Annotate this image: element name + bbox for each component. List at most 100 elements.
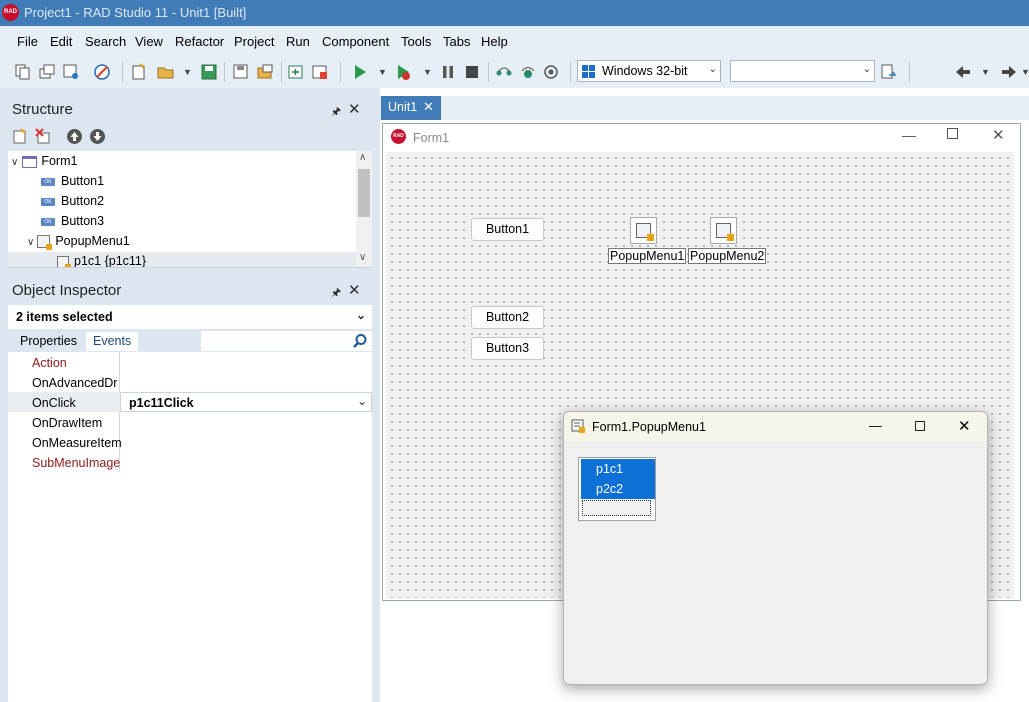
save-all-icon[interactable] xyxy=(232,63,250,81)
menu-file[interactable]: File xyxy=(17,34,38,49)
tree-node-button1[interactable]: OK Button1 xyxy=(41,174,104,188)
form-button2[interactable]: Button2 xyxy=(471,306,544,329)
run-icon[interactable] xyxy=(351,63,369,81)
event-onclick[interactable]: OnClick xyxy=(32,396,76,410)
menu-project[interactable]: Project xyxy=(234,34,274,49)
minimize-icon[interactable]: — xyxy=(869,418,882,433)
expand-chevron-icon[interactable]: ∨ xyxy=(27,237,34,248)
menu-tabs[interactable]: Tabs xyxy=(443,34,470,49)
run-dropdown-icon[interactable]: ▼ xyxy=(378,67,387,77)
pin-icon[interactable]: 🖈 xyxy=(331,284,341,303)
remove-file-icon[interactable] xyxy=(311,63,329,81)
inspector-tabs: Properties Events xyxy=(8,330,372,352)
popupmenu1-component[interactable] xyxy=(630,217,657,244)
menu-search[interactable]: Search xyxy=(85,34,126,49)
open-icon[interactable] xyxy=(157,63,175,81)
form-button3[interactable]: Button3 xyxy=(471,337,544,360)
pause-icon[interactable] xyxy=(439,63,457,81)
open-dropdown-icon[interactable]: ▼ xyxy=(183,67,192,77)
new-icon[interactable] xyxy=(130,63,148,81)
tab-unit1[interactable]: Unit1 ✕ xyxy=(381,96,441,120)
event-onadvanceddraw[interactable]: OnAdvancedDra xyxy=(32,376,118,390)
close-icon[interactable]: ✕ xyxy=(423,99,434,115)
maximize-icon[interactable] xyxy=(947,128,958,139)
popupmenu2-component[interactable] xyxy=(710,217,737,244)
minimize-icon[interactable]: — xyxy=(902,127,916,143)
tree-node-form1[interactable]: ∨ Form1 xyxy=(11,154,77,168)
maximize-icon[interactable] xyxy=(915,421,925,431)
event-ondrawitem[interactable]: OnDrawItem xyxy=(32,416,102,430)
event-onmeasureitem[interactable]: OnMeasureItem xyxy=(32,436,122,450)
editor-tab-strip xyxy=(380,96,1029,120)
form-button1[interactable]: Button1 xyxy=(471,218,544,241)
scrollbar-thumb[interactable] xyxy=(358,169,370,217)
tree-scrollbar[interactable]: ∧ ∨ xyxy=(356,151,372,267)
popup-menu-icon xyxy=(636,223,654,241)
menu-help[interactable]: Help xyxy=(481,34,508,49)
tree-node-button2[interactable]: OK Button2 xyxy=(41,194,104,208)
activate-icon[interactable] xyxy=(879,63,897,81)
forms-icon[interactable] xyxy=(62,63,80,81)
menu-component[interactable]: Component xyxy=(322,34,389,49)
move-down-icon[interactable] xyxy=(89,128,106,145)
stop-icon[interactable] xyxy=(463,63,481,81)
property-search-input[interactable] xyxy=(201,331,372,351)
menu-edit[interactable]: Edit xyxy=(50,34,72,49)
tree-node-button3[interactable]: OK Button3 xyxy=(41,214,104,228)
menu-view[interactable]: View xyxy=(135,34,163,49)
menu-item-p1c1[interactable]: p1c1 xyxy=(581,459,655,479)
add-file-icon[interactable] xyxy=(287,63,305,81)
search-icon[interactable] xyxy=(352,333,368,349)
selection-combo[interactable]: 2 items selected ⌄ xyxy=(8,305,372,329)
scroll-down-icon[interactable]: ∨ xyxy=(359,252,366,263)
scroll-up-icon[interactable]: ∧ xyxy=(359,152,366,163)
menu-designer-window xyxy=(563,411,988,685)
open-project-icon[interactable] xyxy=(256,63,274,81)
menu-item-p2c2[interactable]: p2c2 xyxy=(581,479,655,499)
new-item-icon[interactable] xyxy=(12,128,29,145)
popup-menu-icon xyxy=(716,223,734,241)
move-up-icon[interactable] xyxy=(66,128,83,145)
structure-title: Structure xyxy=(12,101,73,118)
delete-item-icon[interactable] xyxy=(35,128,52,145)
onclick-value-field[interactable]: p1c11Click ⌄ xyxy=(120,392,372,412)
menu-run[interactable]: Run xyxy=(286,34,310,49)
menu-refactor[interactable]: Refactor xyxy=(175,34,224,49)
tree-node-label: p1c1 {p1c11} xyxy=(74,254,147,268)
debug-dropdown-icon[interactable]: ▼ xyxy=(423,67,432,77)
close-icon[interactable]: ✕ xyxy=(992,126,1005,144)
forward-arrow-icon[interactable] xyxy=(1000,63,1018,81)
tree-node-p1c1[interactable]: p1c1 {p1c11} xyxy=(8,252,356,268)
forward-dropdown-icon[interactable]: ▼ xyxy=(1021,67,1029,77)
tab-events[interactable]: Events xyxy=(86,332,139,351)
save-icon[interactable] xyxy=(200,63,218,81)
copy-icon[interactable] xyxy=(14,63,32,81)
menu-tools[interactable]: Tools xyxy=(401,34,431,49)
new-menu-item-placeholder[interactable] xyxy=(582,500,651,516)
event-action[interactable]: Action xyxy=(32,356,67,370)
tab-properties[interactable]: Properties xyxy=(20,334,77,348)
step-over-icon[interactable] xyxy=(519,63,537,81)
event-submenuimages[interactable]: SubMenuImages xyxy=(32,456,120,470)
trace-into-icon[interactable] xyxy=(495,63,513,81)
close-icon[interactable]: ✕ xyxy=(348,281,361,299)
expand-chevron-icon[interactable]: ∨ xyxy=(11,157,18,168)
button-icon: OK xyxy=(41,217,55,226)
close-icon[interactable]: ✕ xyxy=(348,100,361,118)
tree-node-label: Button2 xyxy=(61,194,105,208)
back-arrow-icon[interactable] xyxy=(954,63,972,81)
pin-icon[interactable]: 🖈 xyxy=(331,103,341,122)
close-icon[interactable]: ✕ xyxy=(958,417,971,435)
menu-designer-titlebar: Form1.PopupMenu1 — ✕ xyxy=(564,412,987,441)
deploy-icon[interactable] xyxy=(93,63,111,81)
selection-label: 2 items selected xyxy=(16,310,113,324)
toolbar: ▼ ▼ ▼ Windows 32-bit ⌄ ⌄ ▼ ▼ xyxy=(0,56,1029,88)
back-dropdown-icon[interactable]: ▼ xyxy=(981,67,990,77)
platform-select[interactable]: Windows 32-bit ⌄ xyxy=(577,60,721,82)
configuration-select[interactable]: ⌄ xyxy=(730,60,875,82)
windows-icon[interactable] xyxy=(38,63,56,81)
chevron-down-icon[interactable]: ⌄ xyxy=(357,394,367,408)
run-to-cursor-icon[interactable] xyxy=(542,63,560,81)
tree-node-popupmenu1[interactable]: ∨ PopupMenu1 xyxy=(27,234,130,251)
run-without-debug-icon[interactable] xyxy=(395,63,413,81)
